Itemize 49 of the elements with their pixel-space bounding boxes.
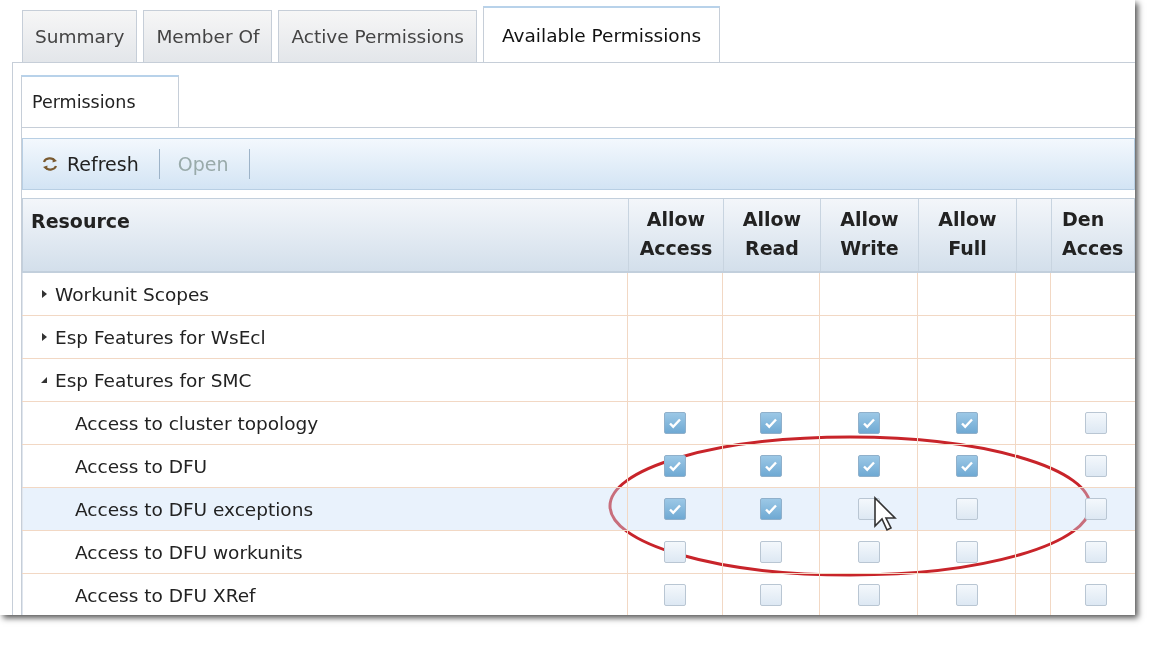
checkbox[interactable] (760, 584, 782, 606)
checkbox[interactable] (857, 412, 880, 434)
column-header[interactable]: Allow Write (820, 199, 918, 271)
toolbar-button[interactable]: Refresh (37, 149, 149, 179)
column-header[interactable]: Den Acces (1051, 199, 1135, 271)
refresh-icon (41, 155, 59, 173)
checkbox[interactable] (1085, 541, 1107, 563)
tab[interactable]: Permissions (21, 75, 179, 127)
tree-item-label[interactable]: Workunit Scopes (55, 283, 209, 305)
checkbox[interactable] (1085, 498, 1107, 520)
collapsed-caret-icon[interactable] (39, 289, 49, 299)
checkbox[interactable] (760, 498, 782, 520)
checkbox[interactable] (955, 541, 978, 563)
checkbox[interactable] (1085, 455, 1107, 477)
checkbox[interactable] (857, 541, 880, 563)
tab[interactable]: Active Permissions (278, 10, 477, 62)
column-header[interactable]: Allow Full (918, 199, 1016, 271)
tree-item-label[interactable]: Access to DFU XRef (75, 584, 256, 606)
tree-item-label[interactable]: Access to DFU (75, 455, 208, 477)
checkbox[interactable] (664, 584, 686, 606)
checkbox[interactable] (857, 584, 880, 606)
column-header[interactable]: Allow Access (628, 199, 723, 271)
checkbox[interactable] (1085, 584, 1107, 606)
tree-item-label[interactable]: Access to DFU workunits (75, 541, 303, 563)
expanded-caret-icon[interactable] (39, 375, 49, 385)
collapsed-caret-icon[interactable] (39, 332, 49, 342)
checkbox[interactable] (955, 584, 978, 606)
tree-item-label[interactable]: Access to cluster topology (75, 412, 319, 434)
tab[interactable]: Available Permissions (483, 6, 721, 62)
checkbox[interactable] (955, 412, 978, 434)
column-header[interactable]: Resource (23, 199, 628, 271)
mouse-pointer-icon (873, 496, 897, 532)
checkbox[interactable] (760, 541, 782, 563)
tree-item-label[interactable]: Esp Features for SMC (55, 369, 252, 391)
checkbox[interactable] (955, 498, 978, 520)
checkbox[interactable] (664, 541, 686, 563)
checkbox[interactable] (1085, 412, 1107, 434)
checkbox[interactable] (664, 455, 686, 477)
checkbox[interactable] (664, 498, 686, 520)
tab[interactable]: Member Of (143, 10, 273, 62)
tree-item-label[interactable]: Esp Features for WsEcl (55, 326, 266, 348)
checkbox[interactable] (760, 455, 782, 477)
tree-item-label[interactable]: Access to DFU exceptions (75, 498, 314, 520)
checkbox[interactable] (664, 412, 686, 434)
checkbox[interactable] (955, 455, 978, 477)
column-header[interactable]: Allow Read (723, 199, 820, 271)
checkbox[interactable] (857, 455, 880, 477)
checkbox[interactable] (760, 412, 782, 434)
tab[interactable]: Summary (22, 10, 138, 62)
